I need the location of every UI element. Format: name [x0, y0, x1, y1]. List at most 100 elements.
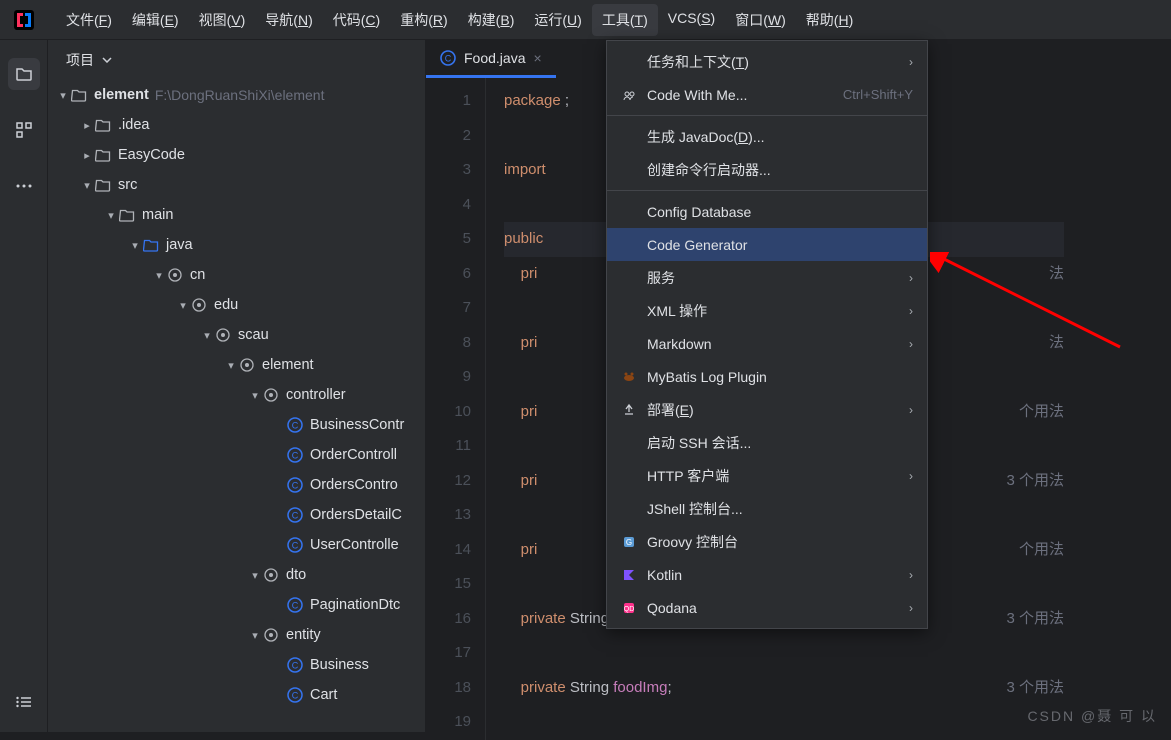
- usage-hint: 法: [1049, 326, 1064, 361]
- tree-node-OrdersContro[interactable]: COrdersContro: [48, 470, 425, 500]
- menu-item-Qodana[interactable]: QDQodana›: [607, 591, 927, 624]
- menubar-item-视图[interactable]: 视图(V): [189, 4, 256, 36]
- menubar-item-编辑[interactable]: 编辑(E): [122, 4, 189, 36]
- menu-item--JavaDoc[interactable]: 生成 JavaDoc(D)...: [607, 120, 927, 153]
- qodana-icon: QD: [621, 601, 637, 615]
- package-icon: [262, 387, 280, 403]
- usage-hint: 个用法: [1019, 395, 1064, 430]
- usage-hint: 法: [1049, 257, 1064, 292]
- tree-node-controller[interactable]: ▾controller: [48, 380, 425, 410]
- svg-text:C: C: [292, 481, 299, 491]
- svg-text:C: C: [292, 421, 299, 431]
- tree-node-PaginationDtc[interactable]: CPaginationDtc: [48, 590, 425, 620]
- menu-item--[interactable]: 创建命令行启动器...: [607, 153, 927, 186]
- svg-text:C: C: [292, 661, 299, 671]
- menu-item-JShell-[interactable]: JShell 控制台...: [607, 492, 927, 525]
- tree-node-UserControlle[interactable]: CUserControlle: [48, 530, 425, 560]
- menubar-item-帮助[interactable]: 帮助(H): [796, 4, 863, 36]
- editor-tab[interactable]: C Food.java ×: [426, 40, 556, 78]
- menubar-item-运行[interactable]: 运行(U): [524, 4, 591, 36]
- package-icon: [166, 267, 184, 283]
- menu-item-Markdown[interactable]: Markdown›: [607, 327, 927, 360]
- tree-node-BusinessContr[interactable]: CBusinessContr: [48, 410, 425, 440]
- tree-node-OrderControll[interactable]: COrderControll: [48, 440, 425, 470]
- project-tool-icon[interactable]: [8, 58, 40, 90]
- menubar-item-文件[interactable]: 文件(F): [56, 4, 122, 36]
- menu-item-Config-Database[interactable]: Config Database: [607, 195, 927, 228]
- todo-tool-icon[interactable]: [8, 686, 40, 718]
- mybatis-icon: [621, 370, 637, 384]
- menu-item-MyBatis-Log-Plugin[interactable]: MyBatis Log Plugin: [607, 360, 927, 393]
- left-toolstrip: [0, 40, 48, 732]
- tree-node-java[interactable]: ▾java: [48, 230, 425, 260]
- close-tab-icon[interactable]: ×: [533, 50, 541, 66]
- class-file-icon: C: [440, 50, 456, 66]
- menu-item-Groovy-[interactable]: GGroovy 控制台: [607, 525, 927, 558]
- svg-text:C: C: [292, 451, 299, 461]
- class-icon: C: [286, 597, 304, 613]
- menu-item-XML-[interactable]: XML 操作›: [607, 294, 927, 327]
- sidebar-header[interactable]: 项目: [48, 40, 425, 80]
- deploy-icon: [621, 403, 637, 417]
- folder-src-icon: [142, 237, 160, 253]
- class-icon: C: [286, 447, 304, 463]
- class-icon: C: [286, 417, 304, 433]
- folder-icon: [94, 117, 112, 133]
- usage-hint: 个用法: [1019, 533, 1064, 568]
- svg-text:C: C: [292, 601, 299, 611]
- tree-node-src[interactable]: ▾src: [48, 170, 425, 200]
- tree-node-EasyCode[interactable]: ▸EasyCode: [48, 140, 425, 170]
- project-tree[interactable]: ▾elementF:\DongRuanShiXi\element▸.idea▸E…: [48, 80, 425, 732]
- tree-node-entity[interactable]: ▾entity: [48, 620, 425, 650]
- class-icon: C: [286, 537, 304, 553]
- menubar-item-导航[interactable]: 导航(N): [255, 4, 322, 36]
- tree-node-cn[interactable]: ▾cn: [48, 260, 425, 290]
- menu-item--SSH-[interactable]: 启动 SSH 会话...: [607, 426, 927, 459]
- project-sidebar: 项目 ▾elementF:\DongRuanShiXi\element▸.ide…: [48, 40, 426, 732]
- sidebar-title: 项目: [66, 50, 94, 70]
- kotlin-icon: [621, 568, 637, 582]
- menu-item--[interactable]: 服务›: [607, 261, 927, 294]
- tree-node-scau[interactable]: ▾scau: [48, 320, 425, 350]
- usage-hint: 3 个用法: [1006, 602, 1064, 637]
- groovy-icon: G: [621, 535, 637, 549]
- svg-text:C: C: [445, 53, 452, 63]
- package-icon: [214, 327, 232, 343]
- structure-tool-icon[interactable]: [8, 114, 40, 146]
- class-icon: C: [286, 477, 304, 493]
- svg-text:C: C: [292, 691, 299, 701]
- tree-node-Cart[interactable]: CCart: [48, 680, 425, 710]
- more-tool-icon[interactable]: [8, 170, 40, 202]
- usage-hint: 3 个用法: [1006, 671, 1064, 706]
- class-icon: C: [286, 507, 304, 523]
- gutter: 12345678910111213141516171819: [426, 78, 486, 740]
- menubar-item-窗口[interactable]: 窗口(W): [725, 4, 796, 36]
- tree-node-Business[interactable]: CBusiness: [48, 650, 425, 680]
- tree-node-OrdersDetailC[interactable]: COrdersDetailC: [48, 500, 425, 530]
- folder-icon: [118, 207, 136, 223]
- menubar-item-工具[interactable]: 工具(T): [592, 4, 658, 36]
- menubar-item-重构[interactable]: 重构(R): [390, 4, 457, 36]
- menubar-item-VCS[interactable]: VCS(S): [658, 4, 725, 36]
- menubar-item-构建[interactable]: 构建(B): [458, 4, 525, 36]
- folder-icon: [94, 177, 112, 193]
- menu-item-Code-With-Me-[interactable]: Code With Me...Ctrl+Shift+Y: [607, 78, 927, 111]
- tree-node-element[interactable]: ▾element: [48, 350, 425, 380]
- svg-text:C: C: [292, 511, 299, 521]
- tree-node-main[interactable]: ▾main: [48, 200, 425, 230]
- folder-icon: [94, 147, 112, 163]
- tree-node-.idea[interactable]: ▸.idea: [48, 110, 425, 140]
- menu-item-HTTP-[interactable]: HTTP 客户端›: [607, 459, 927, 492]
- package-icon: [238, 357, 256, 373]
- menu-item-Kotlin[interactable]: Kotlin›: [607, 558, 927, 591]
- tree-node-edu[interactable]: ▾edu: [48, 290, 425, 320]
- svg-text:G: G: [626, 538, 632, 547]
- tools-dropdown[interactable]: 任务和上下文(T)›Code With Me...Ctrl+Shift+Y 生成 …: [606, 40, 928, 629]
- tree-node-dto[interactable]: ▾dto: [48, 560, 425, 590]
- cwm-icon: [621, 88, 637, 102]
- menubar-item-代码[interactable]: 代码(C): [323, 4, 390, 36]
- tree-root[interactable]: ▾elementF:\DongRuanShiXi\element: [48, 80, 425, 110]
- menu-item--[interactable]: 部署(E)›: [607, 393, 927, 426]
- menu-item-Code-Generator[interactable]: Code Generator: [607, 228, 927, 261]
- menu-item--[interactable]: 任务和上下文(T)›: [607, 45, 927, 78]
